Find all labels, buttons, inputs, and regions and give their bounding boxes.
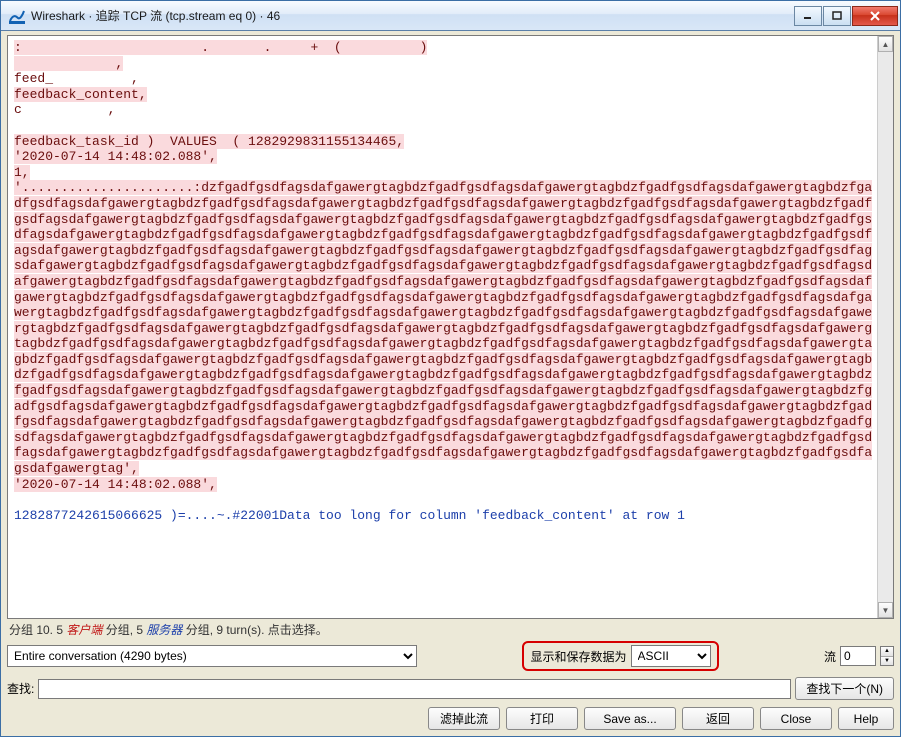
wireshark-icon [9, 8, 25, 24]
conversation-select[interactable]: Entire conversation (4290 bytes) [7, 645, 417, 667]
info-prefix: 分组 10. 5 [9, 623, 66, 637]
display-save-label2: 据为 [603, 648, 627, 665]
stream-frame: : . . + ( ) , feed_ , feedback_content, … [7, 35, 894, 619]
spin-up-icon[interactable]: ▲ [881, 647, 893, 657]
close-button[interactable]: Close [760, 707, 832, 730]
server-response-line: 1282877242615066625 )=....~.#22001Data t… [14, 508, 685, 523]
display-save-label: 显示和保存数 [530, 648, 602, 665]
find-input[interactable] [38, 679, 791, 699]
packet-info-line[interactable]: 分组 10. 5 客户端 分组, 5 服务器 分组, 9 turn(s). 点击… [7, 619, 894, 638]
window-controls [793, 6, 898, 26]
conversation-strip: Entire conversation (4290 bytes) 显示和保存数 … [7, 638, 894, 674]
close-window-button[interactable] [852, 6, 898, 26]
save-as-button[interactable]: Save as... [584, 707, 676, 730]
minimize-button[interactable] [794, 6, 822, 26]
window-frame: Wireshark · 追踪 TCP 流 (tcp.stream eq 0) ·… [0, 0, 901, 737]
find-label: 查找: [7, 680, 34, 697]
info-mid: 分组, 5 [102, 623, 146, 637]
stream-spinner[interactable]: ▲▼ [880, 646, 894, 666]
stream-line: 1, [14, 165, 30, 180]
stream-label: 流 [824, 648, 836, 665]
stream-line: , [14, 56, 123, 71]
titlebar[interactable]: Wireshark · 追踪 TCP 流 (tcp.stream eq 0) ·… [1, 1, 900, 31]
find-next-button[interactable]: 查找下一个(N) [795, 677, 894, 700]
client-area: : . . + ( ) , feed_ , feedback_content, … [1, 31, 900, 736]
vertical-scrollbar[interactable]: ▲ ▼ [877, 36, 893, 618]
spin-down-icon[interactable]: ▼ [881, 657, 893, 666]
stream-line: : . . + ( ) [14, 40, 427, 55]
find-strip: 查找: 查找下一个(N) [7, 674, 894, 703]
print-button[interactable]: 打印 [506, 707, 578, 730]
highlight-annotation: 显示和保存数 据为 ASCII [522, 641, 718, 671]
scroll-down-button[interactable]: ▼ [878, 602, 893, 618]
stream-bigtext: '......................:dzfgadfgsdfagsda… [14, 180, 872, 476]
back-button[interactable]: 返回 [682, 707, 754, 730]
stream-number-input[interactable] [840, 646, 876, 666]
maximize-button[interactable] [823, 6, 851, 26]
help-button[interactable]: Help [838, 707, 894, 730]
info-client-word: 客户端 [66, 623, 102, 637]
format-select[interactable]: ASCII [631, 645, 711, 667]
scroll-track[interactable] [878, 52, 893, 602]
window-title: Wireshark · 追踪 TCP 流 (tcp.stream eq 0) ·… [31, 7, 793, 24]
scroll-up-button[interactable]: ▲ [878, 36, 893, 52]
tcp-stream-content[interactable]: : . . + ( ) , feed_ , feedback_content, … [8, 36, 877, 618]
stream-line: '2020-07-14 14:48:02.088', [14, 149, 217, 164]
button-row: 滤掉此流 打印 Save as... 返回 Close Help [7, 703, 894, 730]
info-suffix: 分组, 9 turn(s). 点击选择。 [182, 623, 327, 637]
filter-out-stream-button[interactable]: 滤掉此流 [428, 707, 500, 730]
stream-line: feedback_content, [14, 87, 147, 102]
stream-line: feed_ , [14, 71, 139, 86]
stream-line: '2020-07-14 14:48:02.088', [14, 477, 217, 492]
stream-line: c , [14, 102, 115, 117]
stream-line: feedback_task_id ) VALUES ( 128292983115… [14, 134, 404, 149]
info-server-word: 服务器 [146, 623, 182, 637]
